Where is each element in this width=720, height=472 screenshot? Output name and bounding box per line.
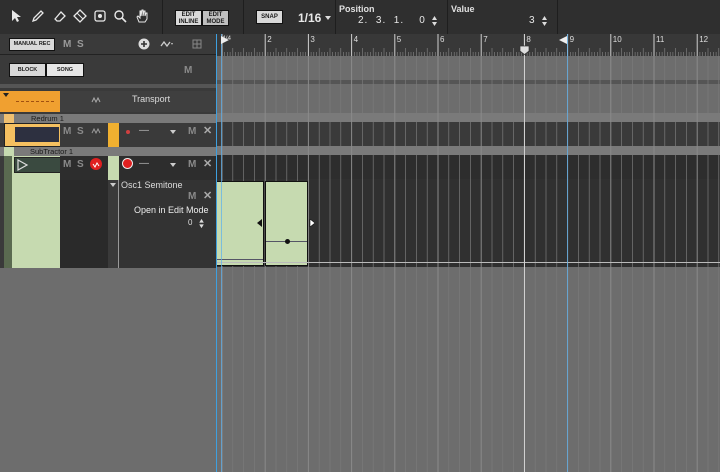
redrum-rec-indicator[interactable]: [126, 130, 130, 134]
subtractor-lane-color: [108, 156, 119, 180]
redrum-dash: —: [139, 125, 149, 136]
track-list-panel: MANUAL REC M S BLOCK SONG M Transport Re…: [0, 34, 216, 472]
master-mute-button[interactable]: M: [63, 39, 71, 50]
subtractor-device-thumbnail[interactable]: [14, 157, 62, 173]
song-position-line: [524, 34, 525, 472]
lane-value[interactable]: 0: [188, 218, 192, 227]
subtractor-dropdown-icon[interactable]: [170, 163, 176, 167]
razor-icon[interactable]: [70, 6, 90, 26]
ruler-bar-label: 8: [526, 35, 531, 44]
clip-right-handle-icon[interactable]: [309, 219, 315, 227]
timeline-ruler[interactable]: 4/4 2 3 4 5 6 7 8 9 10 11 12: [217, 34, 720, 56]
ruler-bar-label: 4: [353, 35, 359, 44]
mute-tool-icon[interactable]: [90, 6, 110, 26]
grid-view-icon[interactable]: [192, 39, 202, 49]
select-arrow-icon[interactable]: [6, 6, 26, 26]
master-solo-button[interactable]: S: [77, 39, 84, 50]
magnify-icon[interactable]: [110, 6, 130, 26]
subtractor-color-strip: [4, 156, 12, 268]
lane-collapse-icon[interactable]: [110, 183, 116, 187]
automation-point[interactable]: [285, 239, 290, 244]
lane-value-stepper-icon[interactable]: [198, 218, 205, 229]
sequencer-grid[interactable]: [217, 56, 720, 472]
transport-automation-icon[interactable]: [91, 96, 101, 104]
value-value[interactable]: 3: [529, 15, 536, 26]
clip-left-handle-icon[interactable]: [257, 219, 263, 227]
position-stepper-icon[interactable]: [431, 15, 438, 27]
snap-button[interactable]: SNAP: [256, 10, 283, 24]
redrum-device-thumbnail[interactable]: [4, 123, 62, 147]
subtractor-delete-icon[interactable]: ✕: [203, 157, 212, 170]
value-label: Value: [451, 4, 475, 14]
pencil-icon[interactable]: [28, 6, 48, 26]
subtractor-track-label: SubTractor 1: [30, 147, 74, 156]
ruler-bar-label: 11: [656, 35, 665, 44]
subtractor-track-body[interactable]: [12, 156, 62, 268]
ruler-bar-label: 5: [396, 35, 402, 44]
subtractor-title-bar: SubTractor 1: [0, 147, 216, 156]
subtractor-mute-button[interactable]: M: [63, 159, 71, 170]
ruler-bar-label: 6: [440, 35, 445, 44]
transport-track-header[interactable]: [0, 91, 60, 112]
lane-mute-button[interactable]: M: [188, 191, 196, 202]
position-label: Position: [339, 4, 375, 14]
block-mode-button[interactable]: BLOCK: [9, 63, 46, 77]
subtractor-lane-mute[interactable]: M: [188, 159, 196, 170]
ruler-bar-label: 9: [569, 35, 575, 44]
subtractor-rec-button[interactable]: [122, 158, 133, 169]
subtractor-solo-button[interactable]: S: [77, 159, 84, 170]
lane-delete-icon[interactable]: ✕: [203, 189, 212, 202]
subtractor-automation-record-icon[interactable]: [90, 158, 102, 170]
ruler-bar-label: 10: [612, 35, 622, 44]
redrum-title-bar: Redrum 1: [0, 114, 216, 123]
ruler-bar-label: 12: [699, 35, 709, 44]
left-locator-line: [221, 34, 222, 472]
transport-collapse-icon[interactable]: [3, 93, 9, 97]
snap-value[interactable]: 1/16: [298, 11, 321, 25]
redrum-lane-color: [108, 123, 119, 147]
redrum-track-label: Redrum 1: [31, 114, 64, 123]
redrum-mute-button[interactable]: M: [63, 126, 71, 137]
transport-track-label: Transport: [132, 94, 171, 104]
song-mode-button[interactable]: SONG: [46, 63, 84, 77]
redrum-delete-icon[interactable]: ✕: [203, 124, 212, 137]
redrum-dropdown-icon[interactable]: [170, 130, 176, 134]
snap-dropdown-chevron-icon[interactable]: [325, 16, 331, 20]
right-locator-icon[interactable]: [559, 36, 567, 44]
add-track-icon[interactable]: [138, 38, 150, 50]
ruler-bar-label: 3: [310, 35, 315, 44]
open-in-edit-mode-link[interactable]: Open in Edit Mode: [134, 205, 209, 215]
redrum-lane-mute[interactable]: M: [188, 126, 196, 137]
manual-rec-button[interactable]: MANUAL REC: [9, 38, 55, 51]
toolbar: EDIT INLINE EDIT MODE SNAP 1/16 Position…: [0, 0, 720, 35]
left-locator-icon[interactable]: [221, 36, 229, 44]
redrum-solo-button[interactable]: S: [77, 126, 84, 137]
edit-inline-button[interactable]: EDIT INLINE: [175, 10, 202, 26]
ruler-bar-label: 2: [267, 35, 272, 44]
hand-icon[interactable]: [132, 6, 152, 26]
song-position-marker-icon[interactable]: [519, 45, 530, 55]
edit-mode-button[interactable]: EDIT MODE: [202, 10, 229, 26]
automation-lane-label: Osc1 Semitone: [121, 180, 183, 190]
right-locator-line: [567, 34, 568, 472]
subtractor-dash: —: [139, 158, 149, 169]
automation-icon[interactable]: [160, 40, 174, 48]
track-end-line: [217, 262, 720, 263]
redrum-automation-icon[interactable]: [91, 127, 101, 135]
ruler-ticks: [221, 34, 720, 56]
value-stepper-icon[interactable]: [541, 15, 548, 27]
ruler-bar-label: 7: [483, 35, 488, 44]
block-mute-label[interactable]: M: [184, 65, 192, 76]
eraser-icon[interactable]: [50, 6, 70, 26]
automation-clip-2[interactable]: [265, 181, 308, 266]
position-value[interactable]: 2. 3. 1. 0: [358, 15, 426, 26]
